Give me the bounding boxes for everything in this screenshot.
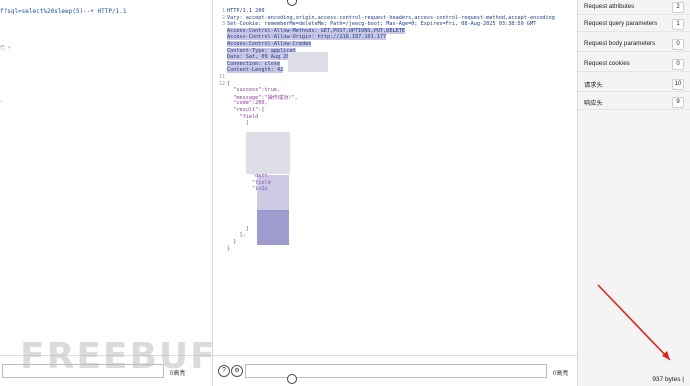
inspector-row-request-headers[interactable]: 请求头 10 [578, 77, 690, 92]
redacted-block [246, 132, 290, 174]
line-number: 2 [221, 14, 225, 21]
inspector-row-cookies[interactable]: Request cookies 0 [578, 57, 690, 72]
response-line: HTTP/1.1 200 [227, 8, 265, 14]
inspector-row-label: Request attributes [584, 3, 635, 10]
response-line: } [227, 239, 237, 245]
response-line: Content-Length: 42 [227, 67, 284, 74]
response-line: { [227, 80, 231, 87]
redacted-block [257, 210, 289, 245]
inspector-row-count: 9 [672, 97, 684, 108]
response-line: "code":200, [227, 100, 268, 107]
settings-icon[interactable]: ⚙ [231, 365, 243, 377]
inspector-row-count: 10 [672, 79, 684, 90]
line-number: 12 [218, 80, 225, 87]
inspector-row-label: 响应头 [584, 100, 603, 107]
response-line: } [227, 245, 231, 252]
request-line: f?sql=select%20sleep(5)--+ HTTP/1.1 [0, 8, 127, 15]
help-icon[interactable]: ? [218, 365, 230, 377]
inspector-pane: Request attributes 2 Request query param… [578, 0, 690, 386]
inspector-row-body-parameters[interactable]: Request body parameters 0 [578, 37, 690, 52]
response-line: Set-Cookie: rememberMe=deleteMe; Path=/j… [227, 21, 537, 28]
response-line: ] [227, 225, 249, 232]
inspector-row-label: 请求头 [584, 82, 603, 89]
redacted-block [288, 52, 328, 72]
response-line: Access-Control-Allow-Methods: GET,POST,O… [227, 27, 406, 34]
response-line: Access-Control-Allow-Origin: http://218.… [227, 34, 387, 41]
response-highlight-count: 0高亮 [553, 371, 569, 377]
request-pane[interactable]: f?sql=select%20sleep(5)--+ HTTP/1.1 已 ÷ … [0, 0, 213, 386]
response-size: 937 bytes | [652, 376, 684, 383]
line-number: 11 [218, 74, 225, 80]
response-line: Access-Control-Allow-Creden [227, 41, 312, 47]
inspector-row-label: Request cookies [584, 60, 630, 67]
request-fragment: ᶩ [0, 100, 4, 106]
red-arrow-annotation [597, 284, 671, 361]
response-pane[interactable]: 1 HTTP/1.1 200 2 Vary: accept-encoding,orig… [213, 0, 578, 386]
inspector-row-count: 2 [672, 2, 684, 13]
inspector-row-count: 0 [672, 39, 684, 50]
response-line: [ [227, 120, 249, 127]
inspector-row-label: Request body parameters [584, 40, 656, 47]
response-line: "field [227, 113, 259, 120]
inspector-row-count: 1 [672, 19, 684, 30]
line-number: 3 [221, 21, 225, 28]
inspector-row-label: Request query parameters [584, 20, 658, 27]
response-line: Date: Sat, 09 Aug 20 [227, 54, 290, 61]
response-line: }, [227, 232, 246, 239]
response-line: "result":{ [227, 107, 265, 113]
response-line: Vary: accept-encoding,origin,access-cont… [227, 14, 555, 21]
redacted-block [257, 175, 289, 211]
response-line: Connection: close [227, 60, 281, 67]
inspector-row-response-headers[interactable]: 响应头 9 [578, 95, 690, 110]
inspector-row-request-attributes[interactable]: Request attributes 2 [578, 0, 690, 15]
split-handle[interactable] [287, 374, 297, 384]
response-line: "success":true, [227, 87, 281, 94]
line-number: 1 [221, 8, 225, 14]
response-search-bar: ? ⚙ 0高亮 [213, 355, 577, 386]
inspector-row-query-parameters[interactable]: Request query parameters 1 [578, 17, 690, 32]
response-line: Content-Type: applicat [227, 47, 296, 54]
inspector-row-count: 0 [672, 59, 684, 70]
watermark-logo: FREEBUF [20, 336, 217, 377]
request-fragment: 已 ÷ [0, 45, 12, 51]
